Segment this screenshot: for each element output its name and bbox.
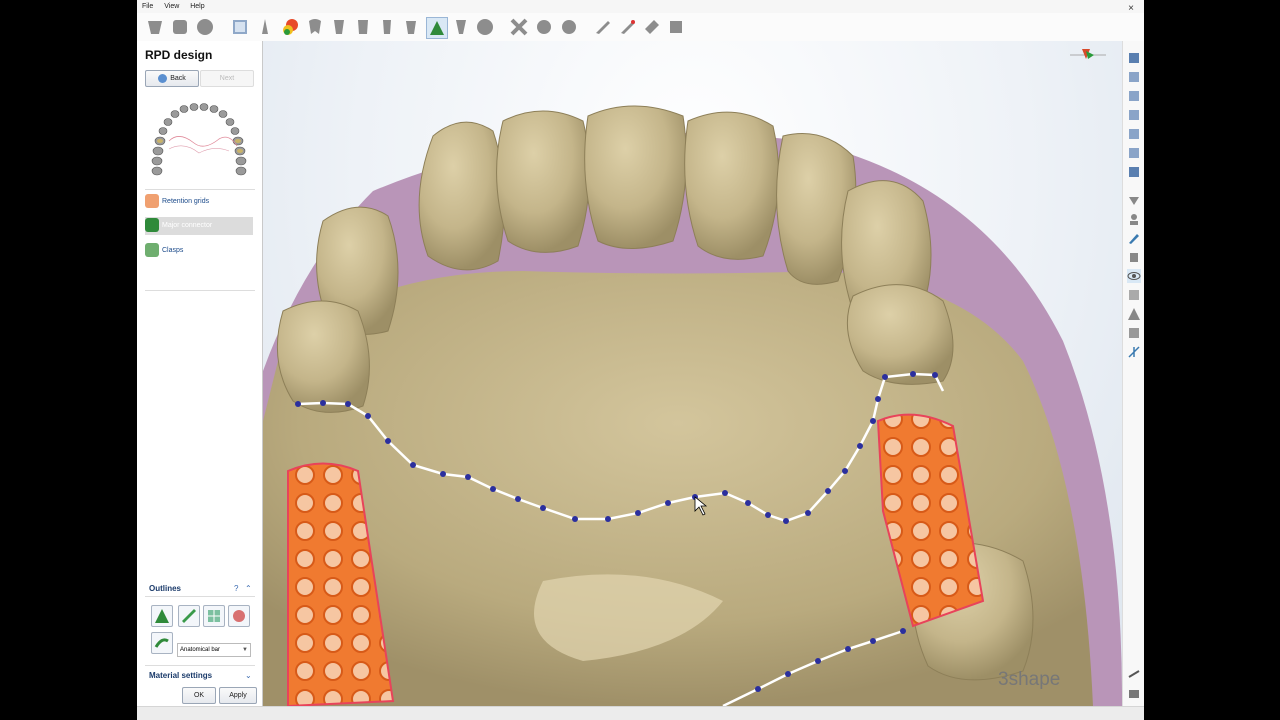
draw-outline-tool[interactable] <box>151 605 173 627</box>
view-left-icon[interactable] <box>1127 89 1141 103</box>
material-settings-title[interactable]: Material settings <box>149 671 212 680</box>
view-toolbar <box>1122 41 1144 706</box>
3d-viewport[interactable]: 3shape <box>263 41 1122 706</box>
chevron-down-icon: ▼ <box>242 647 248 653</box>
scan-icon[interactable] <box>230 17 250 37</box>
view-iso-icon[interactable] <box>1127 165 1141 179</box>
main-toolbar <box>137 13 1144 42</box>
erase-outline-tool[interactable] <box>228 605 250 627</box>
wrench-icon[interactable] <box>534 17 554 37</box>
back-arrow-icon <box>158 73 168 83</box>
scanner-icon[interactable] <box>1127 250 1141 264</box>
menu-view[interactable]: View <box>164 3 179 10</box>
knife-icon[interactable] <box>618 17 638 37</box>
wrench-icon[interactable] <box>559 17 579 37</box>
bar-tool[interactable] <box>151 632 173 654</box>
teeth-icon[interactable] <box>145 17 165 37</box>
expand-material-button[interactable]: ⌄ <box>245 671 252 680</box>
apply-button-label: Apply <box>229 692 247 699</box>
divider <box>145 596 255 597</box>
clip-icon[interactable] <box>1127 193 1141 207</box>
brand-text: 3shape <box>998 669 1061 690</box>
person-icon[interactable] <box>1127 212 1141 226</box>
step-retention-grids[interactable]: Retention grids <box>145 193 253 211</box>
dental-model-render[interactable] <box>263 41 1122 706</box>
tooth-icon[interactable] <box>401 17 421 37</box>
circle-icon[interactable] <box>195 17 215 37</box>
rpd-design-panel: RPD design Back Next Retention grids Maj… <box>137 41 263 706</box>
bar-type-select[interactable]: Anatomical bar ▼ <box>177 643 251 657</box>
menu-file[interactable]: File <box>142 3 153 10</box>
paint-icon[interactable] <box>280 17 300 37</box>
divider <box>145 665 255 666</box>
eye-icon[interactable] <box>1127 269 1141 283</box>
step-label: Retention grids <box>162 198 210 205</box>
wax-icon[interactable] <box>642 17 662 37</box>
apply-button[interactable]: Apply <box>219 687 257 704</box>
view-bottom-icon[interactable] <box>1127 146 1141 160</box>
tooth-icon[interactable] <box>377 17 397 37</box>
outlines-section-title: Outlines <box>149 584 182 593</box>
3shape-logo: 3shape <box>998 669 1060 691</box>
warning-icon[interactable] <box>1127 307 1141 321</box>
step-major-connector[interactable]: Major connector <box>145 217 253 235</box>
ok-button-label: OK <box>193 692 205 699</box>
menu-bar: File View Help × <box>137 0 1144 14</box>
help-button[interactable]: ? <box>234 584 238 593</box>
back-button[interactable]: Back <box>145 70 199 87</box>
tooth-icon[interactable] <box>329 17 349 37</box>
tooth-icon[interactable] <box>170 17 190 37</box>
axis-icon[interactable] <box>1127 345 1141 359</box>
knife-icon[interactable] <box>593 17 613 37</box>
edit-outline-tool[interactable] <box>178 605 200 627</box>
step-label: Clasps <box>162 247 184 254</box>
transparency-icon[interactable] <box>1127 288 1141 302</box>
view-back-icon[interactable] <box>1127 70 1141 84</box>
application-window: File View Help × RPD design Back Next Re… <box>137 0 1144 720</box>
settings-icon[interactable] <box>1127 667 1141 681</box>
step-clasps[interactable]: Clasps <box>145 242 253 260</box>
camera-icon[interactable] <box>1127 686 1141 700</box>
rpd-icon[interactable] <box>426 17 448 39</box>
wrench-icon[interactable] <box>509 17 529 37</box>
tooth-icon[interactable] <box>451 17 471 37</box>
view-front-icon[interactable] <box>1127 51 1141 65</box>
next-button-label: Next <box>219 75 235 82</box>
back-button-label: Back <box>170 75 186 82</box>
major-connector-icon <box>145 218 159 233</box>
box-icon[interactable] <box>1127 326 1141 340</box>
dental-arch-diagram[interactable] <box>149 101 249 181</box>
divider <box>145 290 255 291</box>
ok-button[interactable]: OK <box>182 687 216 704</box>
collapse-outlines-button[interactable]: ⌃ <box>245 584 252 593</box>
step-label: Major connector <box>162 222 213 229</box>
tooth-icon[interactable] <box>305 17 325 37</box>
next-button[interactable]: Next <box>200 70 254 87</box>
orientation-indicator-icon <box>1070 49 1106 59</box>
clasp-icon <box>145 243 159 258</box>
status-bar <box>137 706 1144 720</box>
tooth-icon[interactable] <box>353 17 373 37</box>
view-right-icon[interactable] <box>1127 108 1141 122</box>
bar-type-value: Anatomical bar <box>180 647 221 653</box>
brush-icon[interactable] <box>1127 231 1141 245</box>
divider <box>145 189 255 190</box>
menu-help[interactable]: Help <box>190 3 204 10</box>
pin-icon[interactable] <box>255 17 275 37</box>
page-title: RPD design <box>145 48 213 62</box>
circle-icon[interactable] <box>475 17 495 37</box>
retention-grid-icon <box>145 194 159 209</box>
view-top-icon[interactable] <box>1127 127 1141 141</box>
wax-icon[interactable] <box>666 17 686 37</box>
grid-tool[interactable] <box>203 605 225 627</box>
